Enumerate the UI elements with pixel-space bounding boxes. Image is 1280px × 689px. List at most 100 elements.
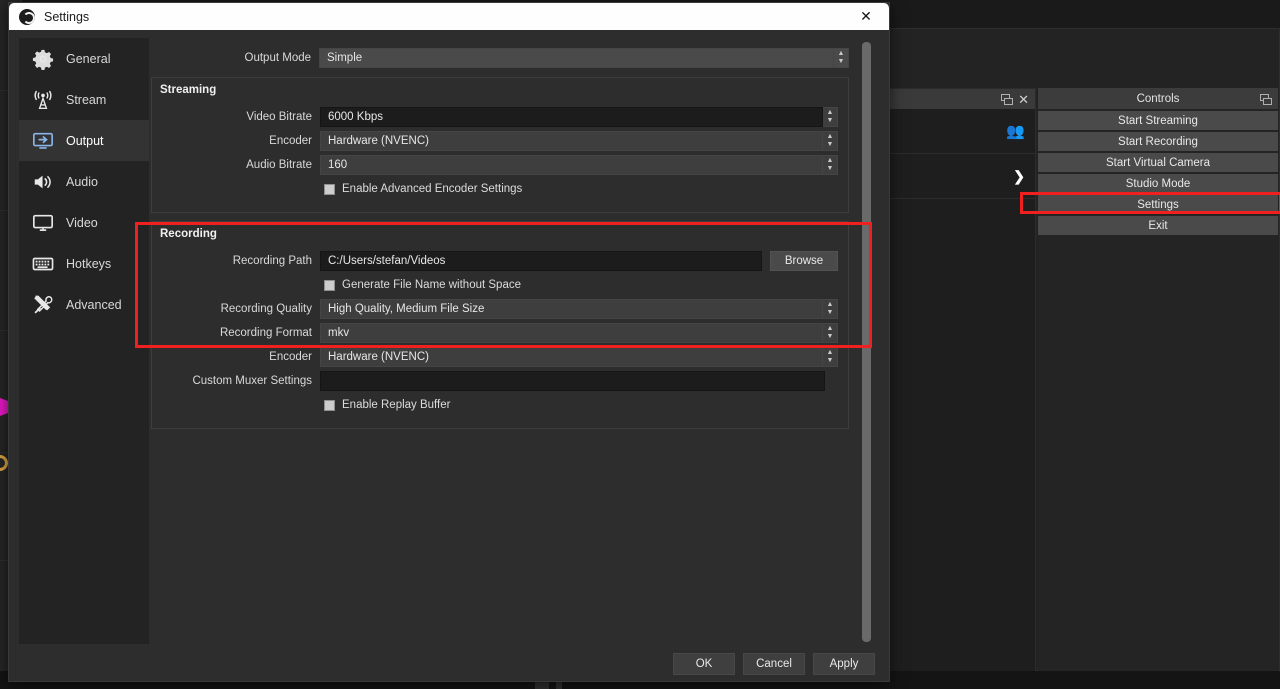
replay-buffer-row: Enable Replay Buffer <box>152 394 838 416</box>
sidebar-item-label: Video <box>66 215 98 230</box>
gold-ring-icon <box>0 455 8 471</box>
recording-format-label: Recording Format <box>219 327 312 339</box>
output-mode-label: Output Mode <box>244 52 311 64</box>
audio-bitrate-row: Audio Bitrate 160 ▲ ▼ <box>152 154 838 176</box>
recording-path-label: Recording Path <box>232 255 312 267</box>
recording-group: Recording Recording Path C:/Users/stefan… <box>151 221 849 429</box>
gear-icon <box>32 49 54 70</box>
background-dock-row <box>889 199 1035 579</box>
studio-mode-button[interactable]: Studio Mode <box>1038 174 1278 193</box>
sidebar-item-stream[interactable]: Stream <box>19 79 149 120</box>
generate-file-name-checkbox[interactable] <box>324 279 335 291</box>
streaming-encoder-label: Encoder <box>269 135 312 147</box>
sidebar-item-label: Audio <box>66 174 98 189</box>
speaker-icon <box>34 175 51 188</box>
generate-file-name-row: Generate File Name without Space <box>152 274 838 296</box>
dialog-titlebar: Settings ✕ <box>9 3 889 30</box>
audio-bitrate-select[interactable]: 160 <box>320 155 823 175</box>
exit-button[interactable]: Exit <box>1038 216 1278 235</box>
streaming-encoder-select[interactable]: Hardware (NVENC) <box>320 131 823 151</box>
start-recording-button[interactable]: Start Recording <box>1038 132 1278 151</box>
recording-encoder-row: Encoder Hardware (NVENC) ▲ ▼ <box>152 346 838 368</box>
recording-format-row: Recording Format mkv ▲ ▼ <box>152 322 838 344</box>
sidebar-item-audio[interactable]: Audio <box>19 161 149 202</box>
keyboard-icon <box>32 257 54 270</box>
audio-bitrate-chevron-icon[interactable]: ▲ ▼ <box>823 155 838 175</box>
recording-quality-label: Recording Quality <box>220 303 312 315</box>
recording-format-select[interactable]: mkv <box>320 323 823 343</box>
sidebar-item-general[interactable]: General <box>19 38 149 79</box>
settings-dialog: Settings ✕ General Stream Output Audio V… <box>8 2 890 682</box>
streaming-encoder-chevron-icon[interactable]: ▲ ▼ <box>823 131 838 151</box>
sidebar-item-label: Hotkeys <box>66 256 112 271</box>
recording-group-title: Recording <box>160 228 217 240</box>
video-bitrate-row: Video Bitrate 6000 Kbps ▲ ▼ <box>152 106 838 128</box>
recording-quality-row: Recording Quality High Quality, Medium F… <box>152 298 838 320</box>
video-bitrate-stepper[interactable]: ▲ ▼ <box>823 107 838 127</box>
controls-dock-header: Controls <box>1038 88 1278 109</box>
recording-encoder-select[interactable]: Hardware (NVENC) <box>320 347 823 367</box>
apply-button[interactable]: Apply <box>813 653 875 675</box>
start-streaming-button[interactable]: Start Streaming <box>1038 111 1278 130</box>
output-mode-chevron-icon[interactable]: ▲ ▼ <box>834 48 849 68</box>
custom-muxer-input[interactable] <box>320 371 825 391</box>
recording-encoder-label: Encoder <box>269 351 312 363</box>
dialog-body: General Stream Output Audio Video Hotkey… <box>9 30 889 681</box>
recording-path-input[interactable]: C:/Users/stefan/Videos <box>320 251 762 271</box>
output-icon <box>33 132 53 149</box>
ok-button[interactable]: OK <box>673 653 735 675</box>
background-dock-panel: ✕ 👥 ❯ <box>888 88 1036 683</box>
replay-buffer-label: Enable Replay Buffer <box>342 399 451 411</box>
sidebar-item-output[interactable]: Output <box>19 120 149 161</box>
undock-icon[interactable] <box>1260 94 1272 105</box>
advanced-encoder-checkbox[interactable] <box>324 183 335 195</box>
advanced-encoder-row: Enable Advanced Encoder Settings <box>152 178 838 200</box>
streaming-group-title: Streaming <box>160 84 217 96</box>
replay-buffer-checkbox[interactable] <box>324 399 335 411</box>
sidebar-item-label: Stream <box>66 92 107 107</box>
sidebar-item-video[interactable]: Video <box>19 202 149 243</box>
output-mode-select[interactable]: Simple <box>319 48 834 68</box>
custom-muxer-row: Custom Muxer Settings <box>152 370 838 392</box>
start-virtual-camera-button[interactable]: Start Virtual Camera <box>1038 153 1278 172</box>
background-dock-titlebar: ✕ <box>889 89 1035 109</box>
dialog-title: Settings <box>44 9 90 24</box>
sidebar-item-label: General <box>66 51 111 66</box>
controls-dock: Controls Start Streaming Start Recording… <box>1038 88 1278 683</box>
undock-icon[interactable] <box>1001 94 1014 105</box>
background-dock-row[interactable]: ❯ <box>889 154 1035 199</box>
recording-quality-chevron-icon[interactable]: ▲ ▼ <box>823 299 838 319</box>
sidebar-item-hotkeys[interactable]: Hotkeys <box>19 243 149 284</box>
output-mode-row: Output Mode Simple ▲ ▼ <box>151 47 849 69</box>
monitor-icon <box>33 214 53 231</box>
pane-scrollbar-track[interactable] <box>862 40 875 642</box>
close-icon[interactable]: ✕ <box>843 3 889 30</box>
audio-bitrate-label: Audio Bitrate <box>246 159 312 171</box>
recording-encoder-chevron-icon[interactable]: ▲ ▼ <box>823 347 838 367</box>
people-icon: 👥 <box>1006 123 1025 140</box>
output-settings-pane: Output Mode Simple ▲ ▼ Streaming Video Bi… <box>151 38 879 644</box>
pane-scrollbar-thumb[interactable] <box>862 42 871 642</box>
video-bitrate-input[interactable]: 6000 Kbps <box>320 107 823 127</box>
settings-sidebar: General Stream Output Audio Video Hotkey… <box>19 38 149 644</box>
controls-title: Controls <box>1136 92 1180 105</box>
broadcast-icon <box>34 90 52 109</box>
browse-button[interactable]: Browse <box>770 251 838 271</box>
generate-file-name-label: Generate File Name without Space <box>342 279 521 291</box>
close-icon[interactable]: ✕ <box>1018 93 1029 106</box>
obs-logo-icon <box>19 8 35 25</box>
background-dock-row[interactable]: 👥 <box>889 109 1035 154</box>
advanced-encoder-label: Enable Advanced Encoder Settings <box>342 183 523 195</box>
recording-format-chevron-icon[interactable]: ▲ ▼ <box>823 323 838 343</box>
recording-quality-select[interactable]: High Quality, Medium File Size <box>320 299 823 319</box>
chevron-right-icon[interactable]: ❯ <box>1013 168 1025 185</box>
cancel-button[interactable]: Cancel <box>743 653 805 675</box>
settings-button[interactable]: Settings <box>1038 195 1278 214</box>
streaming-group: Streaming Video Bitrate 6000 Kbps ▲ ▼ Enc… <box>151 77 849 213</box>
sidebar-item-label: Advanced <box>66 297 122 312</box>
streaming-encoder-row: Encoder Hardware (NVENC) ▲ ▼ <box>152 130 838 152</box>
custom-muxer-label: Custom Muxer Settings <box>192 375 312 387</box>
sidebar-item-advanced[interactable]: Advanced <box>19 284 149 325</box>
video-bitrate-label: Video Bitrate <box>246 111 312 123</box>
sidebar-item-label: Output <box>66 133 104 148</box>
